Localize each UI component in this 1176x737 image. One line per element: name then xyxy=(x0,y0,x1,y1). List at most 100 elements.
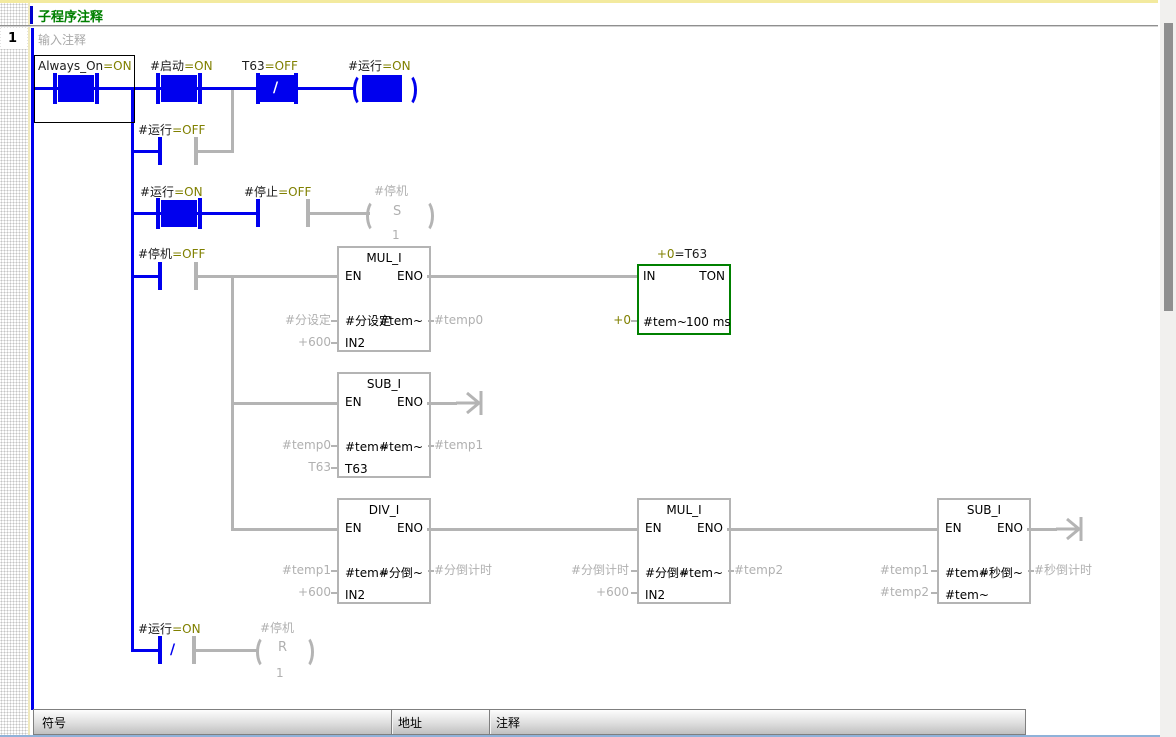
contact-t63-nc[interactable]: / xyxy=(256,73,298,104)
operand-ton-pt[interactable]: +0 xyxy=(561,313,631,327)
operand-div1-out[interactable]: #分倒计时 xyxy=(434,563,492,577)
box-sub2[interactable]: SUB_I EN ENO #tem~ #秒倒~ #tem~ xyxy=(937,498,1031,604)
column-header-symbol[interactable]: 符号 xyxy=(42,714,66,731)
box-en: EN xyxy=(345,269,362,283)
contact-bar xyxy=(294,73,298,104)
coil-set-stopmachine[interactable]: S xyxy=(366,199,428,227)
contact-label-run-on: #运行=ON xyxy=(140,185,203,199)
rung3-wire-blue xyxy=(134,275,160,278)
wire-tick xyxy=(331,320,337,322)
operand-div1-in2[interactable]: +600 xyxy=(261,585,331,599)
box-out: #tem~ xyxy=(679,566,723,580)
box-eno: ENO xyxy=(997,521,1023,535)
wire-tick xyxy=(428,570,434,572)
operand-mul2-in2[interactable]: +600 xyxy=(559,585,629,599)
operand-sub2-in1[interactable]: #temp1 xyxy=(859,563,929,577)
box-in2: IN2 xyxy=(345,588,365,602)
contact-label-run-off: #运行=OFF xyxy=(138,123,205,137)
wire-tick xyxy=(1028,570,1034,572)
network-margin-gutter[interactable] xyxy=(0,3,28,737)
nc-slash: / xyxy=(170,643,175,657)
wire-tick xyxy=(331,467,337,469)
operand-sub1-in1[interactable]: #temp0 xyxy=(261,438,331,452)
box-out: #tem~ xyxy=(379,314,423,328)
box-mul1[interactable]: MUL_I EN ENO #分设定 #tem~ IN2 xyxy=(337,246,431,352)
column-header-address[interactable]: 地址 xyxy=(398,714,422,731)
box-en: EN xyxy=(345,395,362,409)
contact-bar xyxy=(158,137,162,165)
box-sub1[interactable]: SUB_I EN ENO #tem~ #tem~ T63 xyxy=(337,372,431,478)
box-pt: #tem~ xyxy=(643,315,687,329)
box-title: DIV_I xyxy=(339,503,429,517)
set-coil-count: 1 xyxy=(392,228,400,242)
wire-tick xyxy=(331,570,337,572)
coil-label-run: #运行=ON xyxy=(348,59,411,73)
comment-separator-shadow xyxy=(0,26,1158,27)
operand-mul1-in2[interactable]: +600 xyxy=(261,335,331,349)
contact-run-nc[interactable]: / xyxy=(158,636,196,664)
box-title: SUB_I xyxy=(339,377,429,391)
column-divider[interactable] xyxy=(391,710,392,734)
contact-run-off[interactable] xyxy=(158,137,198,165)
reset-coil-letter: R xyxy=(278,641,287,655)
box-div1[interactable]: DIV_I EN ENO #tem~ #分倒~ IN2 xyxy=(337,498,431,604)
open-wire-arrow-icon xyxy=(456,388,490,418)
contact-bar xyxy=(158,636,162,664)
coil-paren xyxy=(415,199,434,233)
reset-coil-count: 1 xyxy=(276,666,284,680)
coil-run[interactable] xyxy=(353,73,411,104)
sub2-eno-wire xyxy=(1027,528,1057,531)
operand-mul1-in1[interactable]: #分设定 xyxy=(261,313,331,327)
coil-label-stopmachine-r: #停机 xyxy=(260,621,294,635)
contact-stop[interactable] xyxy=(256,199,310,227)
box-out: #分倒~ xyxy=(379,566,423,580)
branch-rejoin-wire xyxy=(231,90,234,152)
wire-tick xyxy=(631,320,637,322)
box-in2: IN2 xyxy=(645,588,665,602)
contact-label-run-nc: #运行=ON xyxy=(138,622,201,636)
mul2-to-sub2-wire xyxy=(727,528,937,531)
operand-mul2-out[interactable]: #temp2 xyxy=(734,563,783,577)
operand-sub1-out[interactable]: #temp1 xyxy=(434,438,483,452)
pou-comment-text[interactable]: 子程序注释 xyxy=(38,6,103,25)
mul1-to-ton-wire xyxy=(427,275,637,278)
coil-fill xyxy=(362,75,402,102)
symbol-table-header: 符号 地址 注释 xyxy=(33,709,1026,735)
coil-reset-stopmachine[interactable]: R xyxy=(256,635,308,663)
contact-run-on[interactable] xyxy=(156,198,202,229)
operand-sub2-in2[interactable]: #temp2 xyxy=(859,585,929,599)
rung3-wire-gray xyxy=(198,275,337,278)
contact-fill xyxy=(161,200,197,227)
contact-start[interactable] xyxy=(156,73,202,104)
wire-tick xyxy=(428,445,434,447)
box-mul2[interactable]: MUL_I EN ENO #分倒~ #tem~ IN2 xyxy=(637,498,731,604)
box-title: MUL_I xyxy=(639,503,729,517)
operand-mul1-out[interactable]: #temp0 xyxy=(434,313,483,327)
contact-bar xyxy=(198,198,202,229)
contact-bar xyxy=(156,73,160,104)
contact-stopmachine-off[interactable] xyxy=(158,262,198,290)
column-header-comment[interactable]: 注释 xyxy=(496,714,520,731)
vertical-scrollbar-thumb[interactable] xyxy=(1164,23,1173,311)
contact-bar xyxy=(256,199,260,227)
box-out: #tem~ xyxy=(379,440,423,454)
operand-sub1-in2[interactable]: T63 xyxy=(261,460,331,474)
operand-div1-in1[interactable]: #temp1 xyxy=(261,563,331,577)
operand-mul2-in1[interactable]: #分倒计时 xyxy=(549,563,629,577)
column-divider[interactable] xyxy=(489,710,490,734)
box-title: MUL_I xyxy=(339,251,429,265)
contact-bar xyxy=(156,198,160,229)
pou-comment-marker xyxy=(30,6,33,24)
box-ton-timer[interactable]: IN TON #tem~ 100 ms xyxy=(637,264,731,335)
branch-rail xyxy=(131,88,134,652)
network-comment-text[interactable]: 输入注释 xyxy=(38,31,86,48)
contact-bar xyxy=(198,73,202,104)
box-in2: T63 xyxy=(345,462,368,476)
ladder-editor-window: 子程序注释 1 输入注释 Always_On=ON #启动=ON T63=OFF… xyxy=(0,0,1176,737)
rung4-wire-blue xyxy=(131,649,160,652)
network-number[interactable]: 1 xyxy=(8,31,17,46)
coil-paren xyxy=(366,199,385,233)
sub1-eno-wire xyxy=(427,402,457,405)
operand-sub2-out[interactable]: #秒倒计时 xyxy=(1034,563,1092,577)
sub1-en-wire xyxy=(234,402,337,405)
